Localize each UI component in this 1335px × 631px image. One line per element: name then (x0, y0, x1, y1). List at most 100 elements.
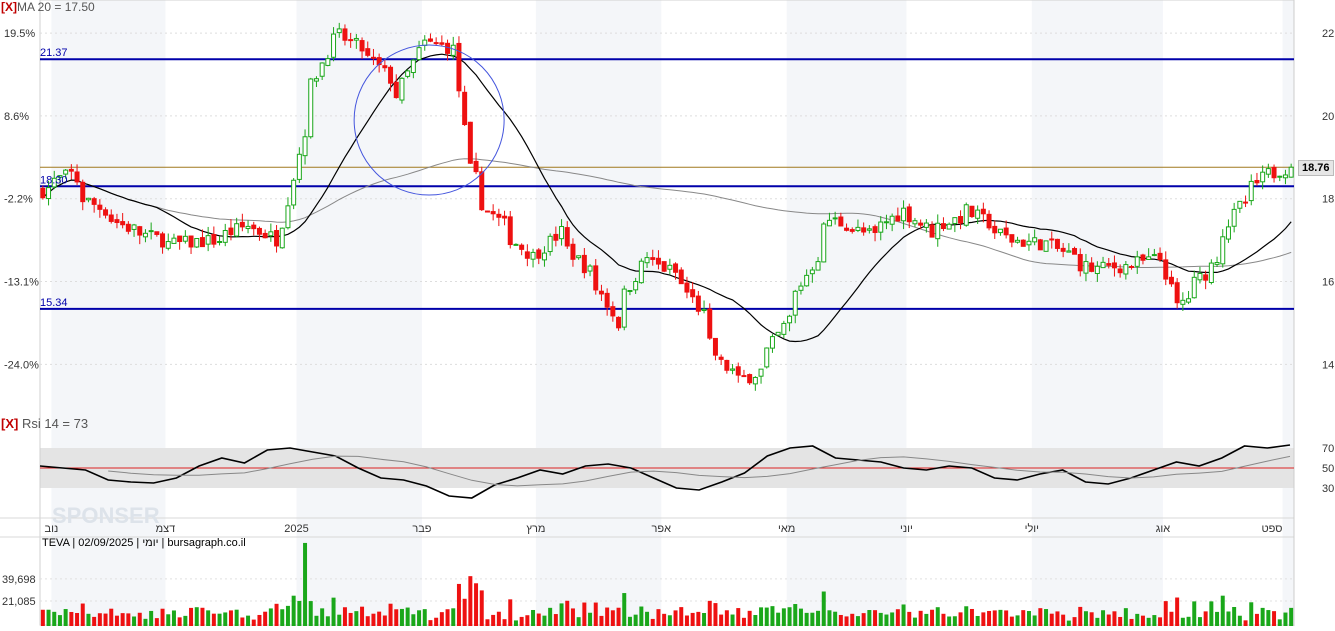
candle-body (730, 368, 736, 371)
candle-body (160, 233, 166, 248)
volume-bar (679, 607, 684, 626)
candle-body (655, 257, 661, 265)
candle-body (644, 257, 650, 264)
candle-body (1060, 247, 1066, 252)
volume-bar (1061, 614, 1066, 626)
volume-bar (171, 610, 176, 626)
candle-body (1129, 265, 1135, 268)
candle-body (1003, 227, 1009, 236)
last-price-badge: 18.76 (1298, 160, 1334, 176)
footer-info: TEVA | 02/09/2025 | יומי | bursagraph.co… (42, 537, 246, 549)
volume-bar (126, 613, 131, 626)
candle-body (370, 56, 376, 59)
candle-body (439, 42, 445, 45)
volume-bar (468, 576, 473, 626)
volume-bar (576, 617, 581, 626)
volume-bar (975, 615, 980, 626)
month-label: מרץ (526, 523, 545, 535)
volume-bar (867, 610, 872, 626)
volume-bar (1123, 608, 1128, 626)
volume-bar (200, 607, 205, 626)
candle-body (980, 208, 986, 215)
volume-bar (206, 610, 211, 626)
volume-bar (97, 613, 102, 626)
volume-bar (582, 602, 587, 626)
candle-body (798, 285, 804, 291)
volume-bar (57, 615, 62, 626)
volume-bar (280, 609, 285, 626)
candle-body (1231, 208, 1237, 227)
candle-body (792, 290, 798, 316)
candle-body (809, 269, 815, 275)
month-shade (51, 0, 166, 626)
candle-body (251, 224, 257, 230)
candle-body (935, 222, 941, 240)
volume-bar (331, 597, 336, 626)
candle-body (764, 347, 770, 368)
volume-bar (462, 598, 467, 626)
volume-bar (1203, 611, 1208, 626)
candle-body (165, 241, 171, 249)
volume-bar (1158, 617, 1163, 626)
volume-bar (120, 613, 125, 626)
candle-body (616, 316, 622, 329)
candle-body (952, 217, 958, 224)
candle-body (125, 223, 131, 232)
volume-bar (570, 608, 575, 626)
volume-bar (1009, 616, 1014, 626)
candle-body (188, 235, 194, 248)
volume-bar (1078, 606, 1083, 626)
candle-body (678, 269, 684, 285)
candle-body (524, 251, 530, 259)
candle-body (1100, 261, 1106, 269)
volume-bar (684, 615, 689, 626)
volume-bar (337, 614, 342, 626)
candle-body (182, 235, 188, 242)
volume-bar (565, 600, 570, 626)
volume-bar (268, 608, 273, 626)
volume-bar (878, 612, 883, 626)
candle-body (724, 359, 730, 371)
month-label: 2025 (284, 523, 308, 535)
volume-bar (536, 613, 541, 626)
candle-body (826, 219, 832, 227)
candle-body (1072, 248, 1078, 255)
volume-bar (86, 613, 91, 626)
candle-body (1214, 261, 1220, 265)
candle-body (279, 227, 285, 249)
candle-body (570, 243, 576, 260)
candle-body (342, 28, 348, 41)
candle-body (1157, 252, 1163, 261)
volume-bar (702, 612, 707, 626)
level-label: 21.37 (40, 47, 68, 59)
candle-body (821, 223, 827, 263)
volume-bar (622, 593, 627, 626)
volume-bar (548, 607, 553, 626)
candle-body (484, 210, 490, 213)
candle-body (1106, 263, 1112, 266)
remove-indicator-icon[interactable]: [X] (1, 0, 17, 14)
level-label: 18.30 (40, 174, 68, 186)
percent-tick-label: -13.1% (4, 277, 39, 289)
candle-body (450, 44, 456, 56)
candle-body (587, 265, 593, 272)
volume-bar (342, 607, 347, 626)
candle-body (986, 213, 992, 229)
candle-body (1203, 274, 1209, 281)
candle-body (85, 197, 91, 201)
candle-body (1066, 250, 1072, 253)
volume-bar (1237, 615, 1242, 626)
candle-body (883, 221, 889, 224)
candle-body (142, 232, 148, 238)
volume-bar (456, 583, 461, 626)
candle-body (912, 220, 918, 225)
volume-bar (798, 608, 803, 626)
volume-bar (394, 609, 399, 626)
volume-bar (223, 612, 228, 626)
volume-bar (485, 619, 490, 626)
volume-bar (183, 615, 188, 626)
volume-bar (525, 615, 530, 626)
volume-bar (1049, 613, 1054, 626)
month-label: ספט (1262, 523, 1283, 535)
remove-rsi-icon[interactable]: [X] (1, 416, 18, 431)
